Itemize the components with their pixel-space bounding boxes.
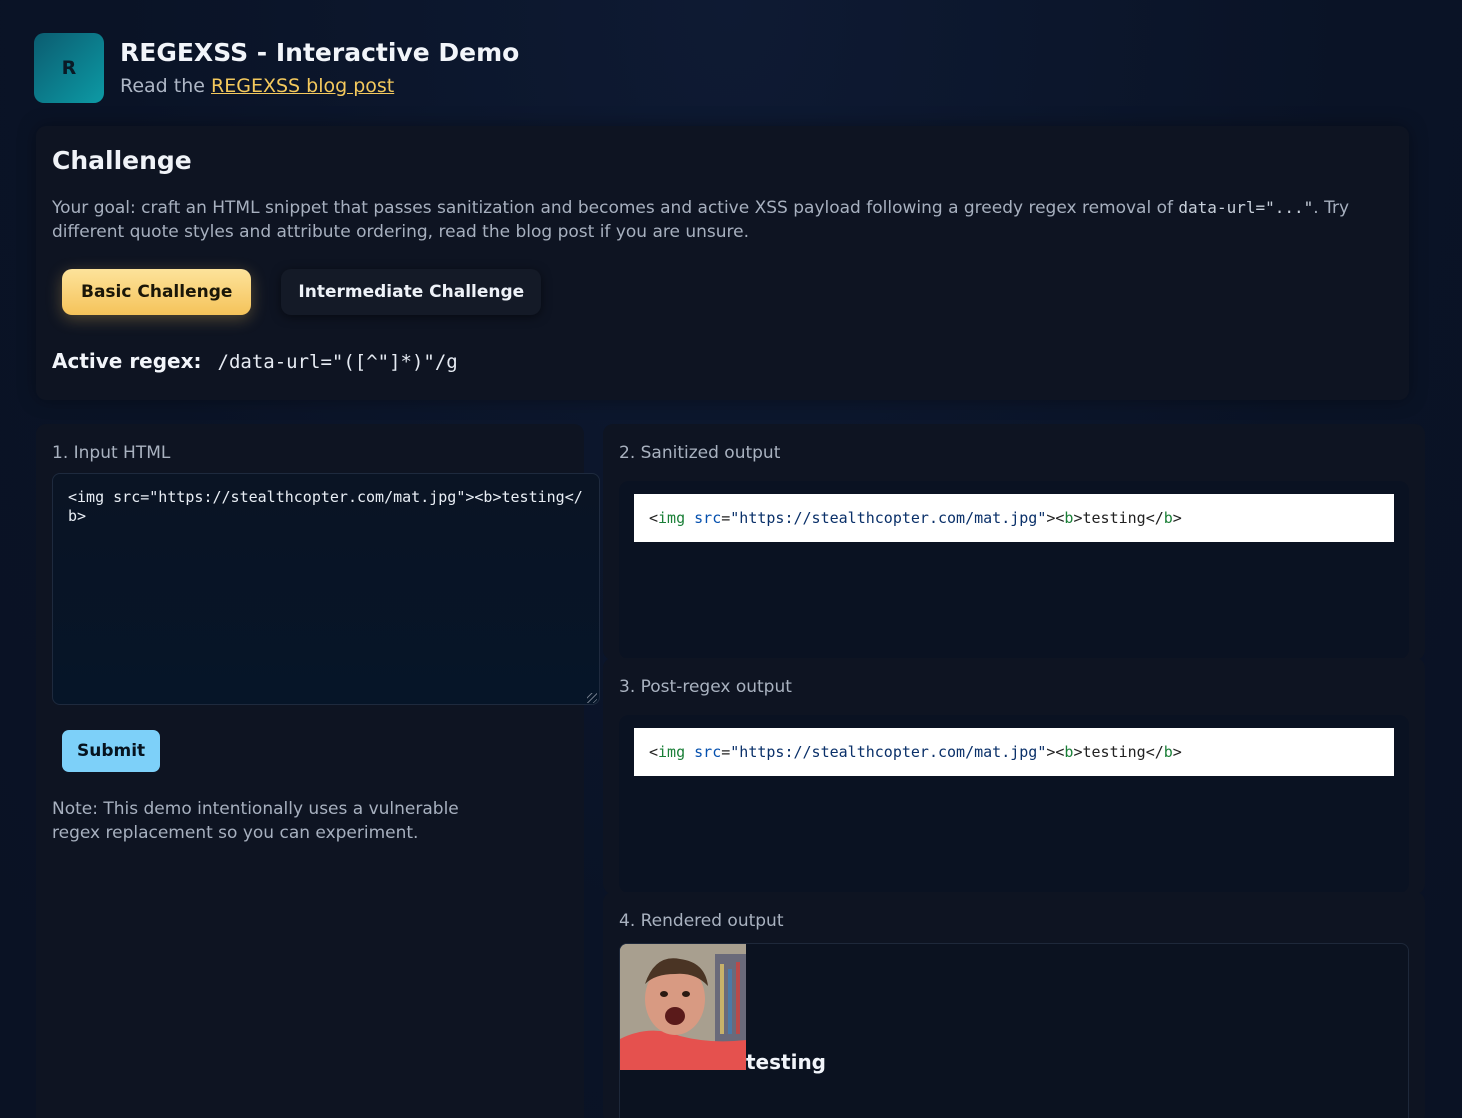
logo-letter: R bbox=[61, 57, 77, 79]
active-regex: Active regex: /data-url="([^"]*)"/g bbox=[52, 349, 458, 373]
post-regex-label: 3. Post-regex output bbox=[619, 677, 792, 697]
blog-post-link[interactable]: REGEXSS blog post bbox=[211, 75, 394, 97]
basic-challenge-button[interactable]: Basic Challenge bbox=[62, 269, 252, 315]
rendered-image bbox=[620, 944, 746, 1070]
intermediate-challenge-button[interactable]: Intermediate Challenge bbox=[281, 269, 542, 315]
page-header: R REGEXSS - Interactive Demo Read the RE… bbox=[34, 33, 519, 103]
rendered-bold-text: testing bbox=[746, 1050, 826, 1074]
sanitized-output-container: <img src="https://stealthcopter.com/mat.… bbox=[619, 481, 1409, 659]
rendered-label: 4. Rendered output bbox=[619, 911, 784, 931]
sanitized-code: <img src="https://stealthcopter.com/mat.… bbox=[634, 494, 1394, 542]
output-column: 2. Sanitized output <img src="https://st… bbox=[603, 424, 1425, 1118]
input-panel: 1. Input HTML <img src="https://stealthc… bbox=[36, 424, 600, 1118]
post-regex-code: <img src="https://stealthcopter.com/mat.… bbox=[634, 728, 1394, 776]
challenge-card: Challenge Your goal: craft an HTML snipp… bbox=[36, 126, 1409, 400]
photo-illustration bbox=[620, 944, 746, 1070]
post-regex-output-container: <img src="https://stealthcopter.com/mat.… bbox=[619, 715, 1409, 893]
desc-code: data-url="..." bbox=[1178, 198, 1314, 217]
page-title: REGEXSS - Interactive Demo bbox=[120, 38, 520, 67]
rendered-output-panel: 4. Rendered output testing bbox=[603, 892, 1425, 1118]
challenge-heading: Challenge bbox=[52, 146, 192, 175]
sanitized-label: 2. Sanitized output bbox=[619, 443, 781, 463]
regex-label: Active regex: bbox=[52, 349, 202, 373]
page-subtitle: Read the REGEXSS blog post bbox=[120, 74, 519, 98]
challenge-description: Your goal: craft an HTML snippet that pa… bbox=[52, 196, 1372, 244]
resize-handle[interactable] bbox=[587, 693, 597, 703]
regex-value: /data-url="([^"]*)"/g bbox=[217, 351, 458, 373]
input-label: 1. Input HTML bbox=[52, 443, 171, 463]
desc-text-1: Your goal: craft an HTML snippet that pa… bbox=[52, 198, 1179, 218]
sanitized-output-panel: 2. Sanitized output <img src="https://st… bbox=[603, 424, 1425, 660]
input-html-textarea[interactable]: <img src="https://stealthcopter.com/mat.… bbox=[52, 473, 600, 705]
rendered-output-frame: testing bbox=[619, 943, 1409, 1118]
submit-button[interactable]: Submit bbox=[62, 730, 161, 772]
subtitle-prefix: Read the bbox=[120, 75, 212, 97]
post-regex-output-panel: 3. Post-regex output <img src="https://s… bbox=[603, 658, 1425, 894]
demo-note: Note: This demo intentionally uses a vul… bbox=[52, 799, 459, 843]
app-logo: R bbox=[34, 33, 104, 103]
